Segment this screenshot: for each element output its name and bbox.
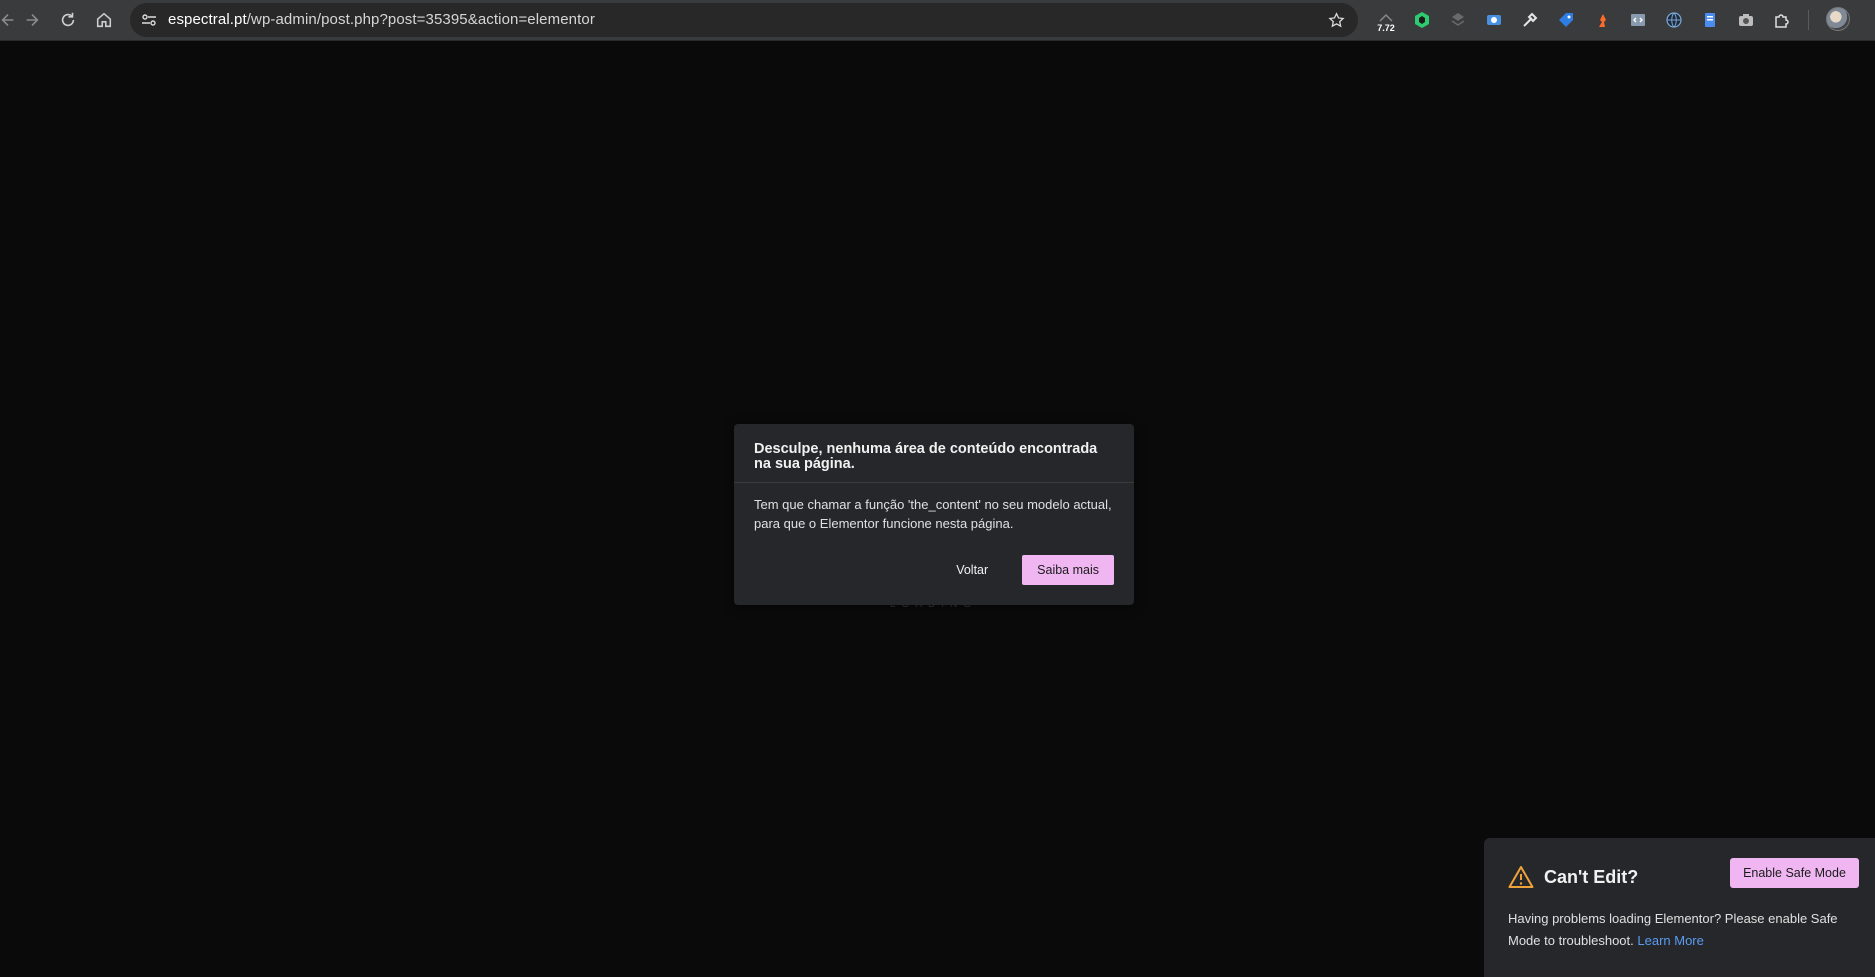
chess-extension-icon[interactable]: [1590, 8, 1614, 32]
code-extension-icon[interactable]: [1626, 8, 1650, 32]
url-path: /wp-admin/post.php?post=35395&action=ele…: [246, 11, 595, 28]
home-icon[interactable]: [90, 6, 118, 34]
safe-mode-text: Having problems loading Elementor? Pleas…: [1508, 908, 1858, 952]
address-bar[interactable]: espectral.pt/wp-admin/post.php?post=3539…: [130, 3, 1358, 37]
extensions-puzzle-icon[interactable]: [1770, 8, 1794, 32]
url-text[interactable]: espectral.pt/wp-admin/post.php?post=3539…: [168, 11, 595, 28]
enable-safe-mode-button[interactable]: Enable Safe Mode: [1730, 858, 1859, 888]
safe-mode-notice: Can't Edit? Enable Safe Mode Having prob…: [1484, 838, 1875, 977]
back-button[interactable]: Voltar: [952, 557, 992, 583]
toolbar-divider: [1808, 10, 1809, 30]
green-shield-extension-icon[interactable]: [1410, 8, 1434, 32]
dialog-message: Tem que chamar a função 'the_content' no…: [754, 497, 1112, 531]
extension-badge: 7.72: [1377, 23, 1395, 33]
warning-icon: [1508, 865, 1534, 889]
camera-extension-icon[interactable]: [1734, 8, 1758, 32]
color-picker-extension-icon[interactable]: [1518, 8, 1542, 32]
dialog-title: Desculpe, nenhuma área de conteúdo encon…: [734, 424, 1134, 483]
grey-extension-icon[interactable]: [1446, 8, 1470, 32]
dialog-buttons: Voltar Saiba mais: [952, 555, 1114, 585]
url-host: espectral.pt: [168, 11, 247, 28]
no-content-area-dialog: Desculpe, nenhuma área de conteúdo encon…: [734, 424, 1134, 605]
screen-capture-extension-icon[interactable]: [1482, 8, 1506, 32]
metrics-extension-icon[interactable]: 7.72: [1374, 8, 1398, 33]
tag-extension-icon[interactable]: [1554, 8, 1578, 32]
forward-icon[interactable]: [18, 6, 46, 34]
safe-mode-title: Can't Edit?: [1544, 866, 1639, 887]
globe-extension-icon[interactable]: [1662, 8, 1686, 32]
safe-mode-header: Can't Edit?: [1508, 862, 1638, 892]
learn-more-button[interactable]: Saiba mais: [1022, 555, 1114, 585]
browser-toolbar: espectral.pt/wp-admin/post.php?post=3539…: [0, 0, 1875, 41]
docs-extension-icon[interactable]: [1698, 8, 1722, 32]
profile-avatar[interactable]: [1826, 7, 1850, 31]
bookmark-star-icon[interactable]: [1326, 10, 1346, 30]
reload-icon[interactable]: [54, 6, 82, 34]
learn-more-link[interactable]: Learn More: [1637, 933, 1703, 948]
site-info-icon[interactable]: [140, 11, 158, 29]
